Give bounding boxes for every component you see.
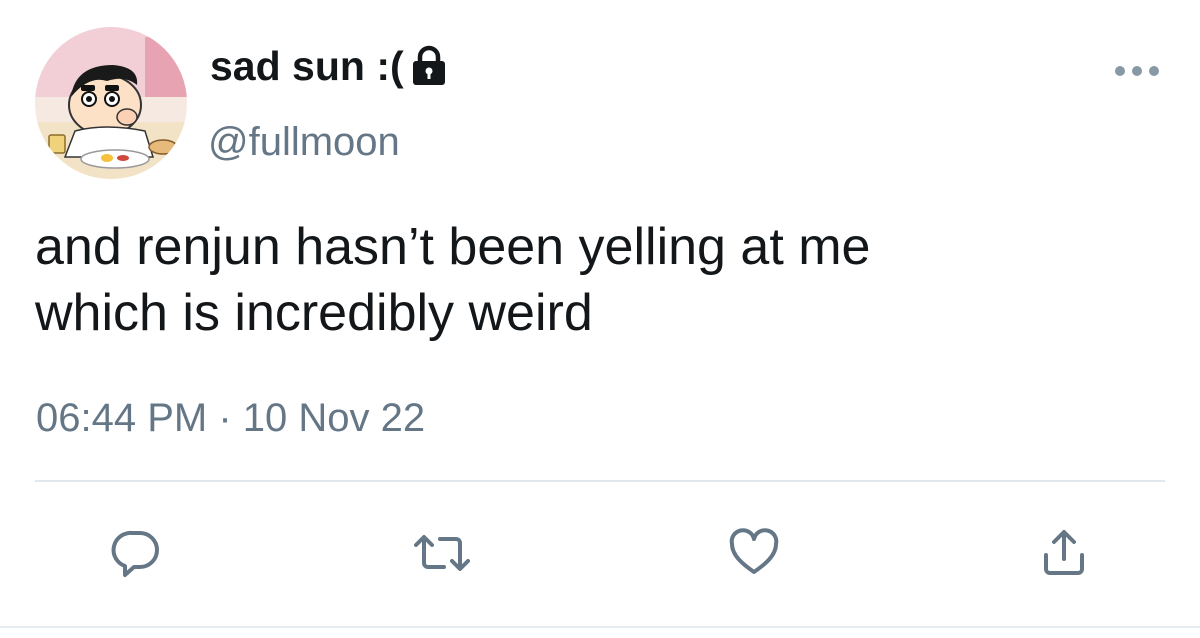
heart-icon [726,525,782,581]
reply-button[interactable] [108,525,164,581]
reply-icon [108,525,164,581]
retweet-button[interactable] [410,525,474,581]
share-icon [1036,525,1092,581]
avatar[interactable] [35,27,187,179]
share-button[interactable] [1036,525,1092,581]
handle[interactable]: @fullmoon [208,117,400,167]
timestamp[interactable]: 06:44 PM · 10 Nov 22 [36,393,425,443]
lock-icon [410,45,448,87]
tweet-text-line: which is incredibly weird [35,284,593,342]
bottom-divider [0,626,1200,628]
display-name-text: sad sun :( [210,43,404,89]
retweet-icon [410,525,474,581]
more-options-icon[interactable] [1112,63,1162,79]
display-name[interactable]: sad sun :( [210,40,448,92]
tweet-text: and renjun hasn’t been yelling at me whi… [35,214,1155,346]
like-button[interactable] [726,525,782,581]
tweet-card: sad sun :( @fullmoon and renjun hasn’t b… [0,0,1200,638]
divider [35,480,1165,482]
tweet-text-line: and renjun hasn’t been yelling at me [35,218,871,276]
avatar-image [35,27,187,179]
